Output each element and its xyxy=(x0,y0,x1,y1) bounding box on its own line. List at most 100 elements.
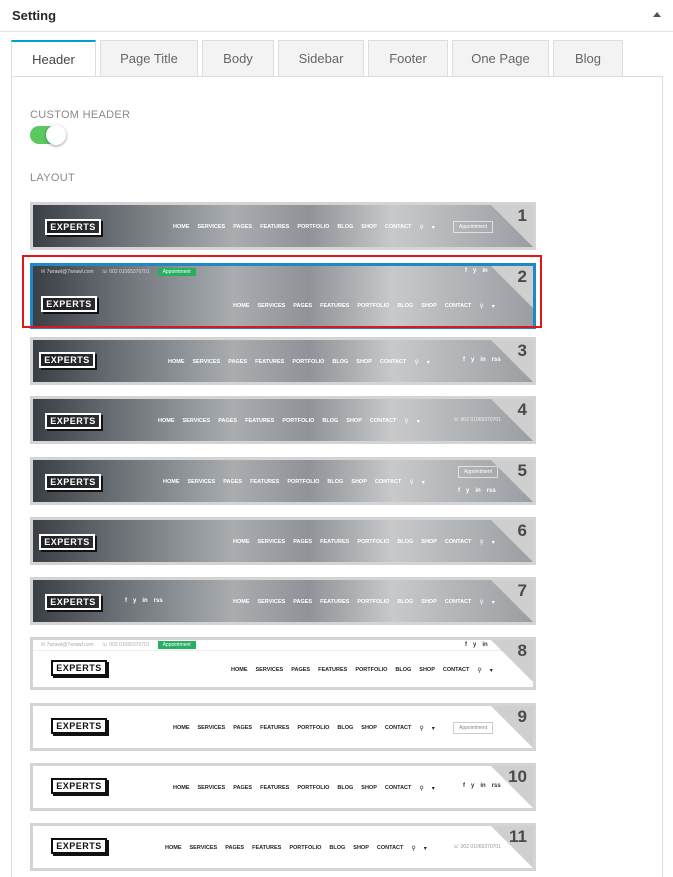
nav-item: CONTACT xyxy=(384,725,412,731)
social-icon: y xyxy=(466,488,470,494)
thumbnail-logo: EXPERTS xyxy=(51,838,107,854)
layout-option-7[interactable]: EXPERTS HOME SERVICES PAGES FEATURES PORTFOLI… xyxy=(30,577,536,625)
layout-option-9[interactable]: EXPERTS HOME SERVICES PAGES FEATURES PORTFOLI… xyxy=(30,703,536,751)
nav-item: CONTACT xyxy=(376,845,404,851)
layout-option-4[interactable]: EXPERTS HOME SERVICES PAGES FEATURES PORTFOLI… xyxy=(30,396,536,444)
search-icon: ⚲ xyxy=(411,846,416,852)
nav-item: PORTFOLIO xyxy=(292,359,325,365)
nav-item: HOME xyxy=(233,303,250,309)
nav-item: FEATURES xyxy=(320,599,350,605)
collapse-arrow-icon[interactable] xyxy=(653,12,661,17)
nav-item: BLOG xyxy=(332,359,349,365)
thumbnail-logo: EXPERTS xyxy=(45,413,101,429)
toggle-knob[interactable] xyxy=(46,125,66,145)
nav-item: HOME xyxy=(158,418,175,424)
nav-item: HOME xyxy=(165,845,182,851)
cart-icon: ▾ xyxy=(431,726,435,732)
nav-item: SERVICES xyxy=(197,725,226,731)
nav-item: CONTACT xyxy=(384,785,412,791)
nav-item: CONTACT xyxy=(379,359,407,365)
tab-blog[interactable]: Blog xyxy=(553,40,623,76)
layout-label: LAYOUT xyxy=(30,172,75,184)
nav-item: FEATURES xyxy=(250,479,280,485)
nav-item: CONTACT xyxy=(444,539,472,545)
social-icon: in xyxy=(142,598,148,604)
nav-item: BLOG xyxy=(397,539,414,545)
custom-header-label: CUSTOM HEADER xyxy=(30,109,131,121)
layout-option-2[interactable]: ✉ 7wrawl@7wrawl.com ☏ 002 01065370701 Appo… xyxy=(30,263,536,329)
nav-item: FEATURES xyxy=(260,785,290,791)
nav-item: CONTACT xyxy=(384,224,412,230)
layout-option-10[interactable]: EXPERTS HOME SERVICES PAGES FEATURES PORTFOLI… xyxy=(30,763,536,811)
nav-item: CONTACT xyxy=(444,303,472,309)
thumbnail-nav: HOME SERVICES PAGES FEATURES PORTFOLIO BLOG SH… xyxy=(173,785,435,792)
layout-option-5[interactable]: EXPERTS HOME SERVICES PAGES FEATURES PORTFOLI… xyxy=(30,457,536,505)
thumbnail-appointment-button: Appointment xyxy=(453,221,494,233)
nav-item: PAGES xyxy=(223,479,243,485)
nav-item: PAGES xyxy=(233,785,253,791)
social-icon: f xyxy=(465,268,467,274)
nav-item: PAGES xyxy=(233,224,253,230)
topbar-appointment-badge: Appointment xyxy=(157,641,196,649)
thumbnail-social: f y in xyxy=(465,642,488,648)
custom-header-toggle[interactable] xyxy=(30,125,66,145)
nav-item: SERVICES xyxy=(257,539,286,545)
social-icon: in xyxy=(480,357,486,363)
thumbnail-nav: HOME SERVICES PAGES FEATURES PORTFOLIO BLOG SH… xyxy=(231,667,493,674)
nav-item: HOME xyxy=(173,725,190,731)
layout-number: 4 xyxy=(517,400,527,419)
nav-item: PORTFOLIO xyxy=(357,539,390,545)
nav-item: HOME xyxy=(173,785,190,791)
tab-body[interactable]: Body xyxy=(202,40,274,76)
nav-item: PAGES xyxy=(225,845,245,851)
nav-item: PORTFOLIO xyxy=(282,418,315,424)
layout-number: 7 xyxy=(517,581,527,600)
thumbnail-nav: HOME SERVICES PAGES FEATURES PORTFOLIO BLOG SH… xyxy=(163,479,425,486)
nav-item: HOME xyxy=(173,224,190,230)
thumbnail-nav: HOME SERVICES PAGES FEATURES PORTFOLIO BLOG SH… xyxy=(173,725,435,732)
nav-item: SERVICES xyxy=(182,418,211,424)
nav-item: SHOP xyxy=(346,418,362,424)
layout-number: 5 xyxy=(517,461,527,480)
social-icon: in xyxy=(475,488,481,494)
nav-item: SHOP xyxy=(356,359,372,365)
layout-option-1[interactable]: EXPERTS HOME SERVICES PAGES FEATURES PORTFOLI… xyxy=(30,202,536,250)
layout-option-11[interactable]: EXPERTS HOME SERVICES PAGES FEATURES PORTFOLI… xyxy=(30,823,536,871)
nav-item: SERVICES xyxy=(192,359,221,365)
tab-page-title[interactable]: Page Title xyxy=(100,40,198,76)
nav-item: PAGES xyxy=(228,359,248,365)
settings-panel: Setting Header Page Title Body Sidebar F… xyxy=(0,0,673,877)
nav-item: PORTFOLIO xyxy=(357,303,390,309)
nav-item: SHOP xyxy=(361,224,377,230)
nav-item: HOME xyxy=(231,667,248,673)
nav-item: SERVICES xyxy=(187,479,216,485)
cart-icon: ▾ xyxy=(423,846,427,852)
nav-item: BLOG xyxy=(327,479,344,485)
thumbnail-logo: EXPERTS xyxy=(45,594,101,610)
tab-sidebar[interactable]: Sidebar xyxy=(278,40,364,76)
nav-item: PAGES xyxy=(293,599,313,605)
nav-item: PAGES xyxy=(293,539,313,545)
social-icon: y xyxy=(471,783,475,789)
nav-item: CONTACT xyxy=(374,479,402,485)
nav-item: SHOP xyxy=(421,599,437,605)
social-icon: y xyxy=(471,357,475,363)
thumbnail-nav: HOME SERVICES PAGES FEATURES PORTFOLIO BLOG SH… xyxy=(233,599,495,606)
tab-footer[interactable]: Footer xyxy=(368,40,448,76)
panel-header[interactable]: Setting xyxy=(0,0,673,32)
tab-one-page[interactable]: One Page xyxy=(452,40,549,76)
layout-number: 10 xyxy=(508,767,527,786)
nav-item: BLOG xyxy=(322,418,339,424)
nav-item: FEATURES xyxy=(260,224,290,230)
topbar-email: ✉ 7wrawl@7wrawl.com xyxy=(41,268,94,275)
layout-option-8[interactable]: ✉ 7wrawl@7wrawl.com ☏ 002 01065370701 Appo… xyxy=(30,637,536,690)
nav-item: SHOP xyxy=(419,667,435,673)
nav-item: PAGES xyxy=(293,303,313,309)
thumbnail-logo: EXPERTS xyxy=(45,474,101,490)
thumbnail-logo: EXPERTS xyxy=(39,352,95,368)
layout-option-6[interactable]: EXPERTS HOME SERVICES PAGES FEATURES PORTFOLI… xyxy=(30,517,536,565)
tab-header[interactable]: Header xyxy=(11,40,96,77)
layout-option-3[interactable]: EXPERTS HOME SERVICES PAGES FEATURES PORTFOLI… xyxy=(30,337,536,385)
topbar-email: ✉ 7wrawl@7wrawl.com xyxy=(41,642,94,648)
thumbnail-logo: EXPERTS xyxy=(41,296,97,312)
